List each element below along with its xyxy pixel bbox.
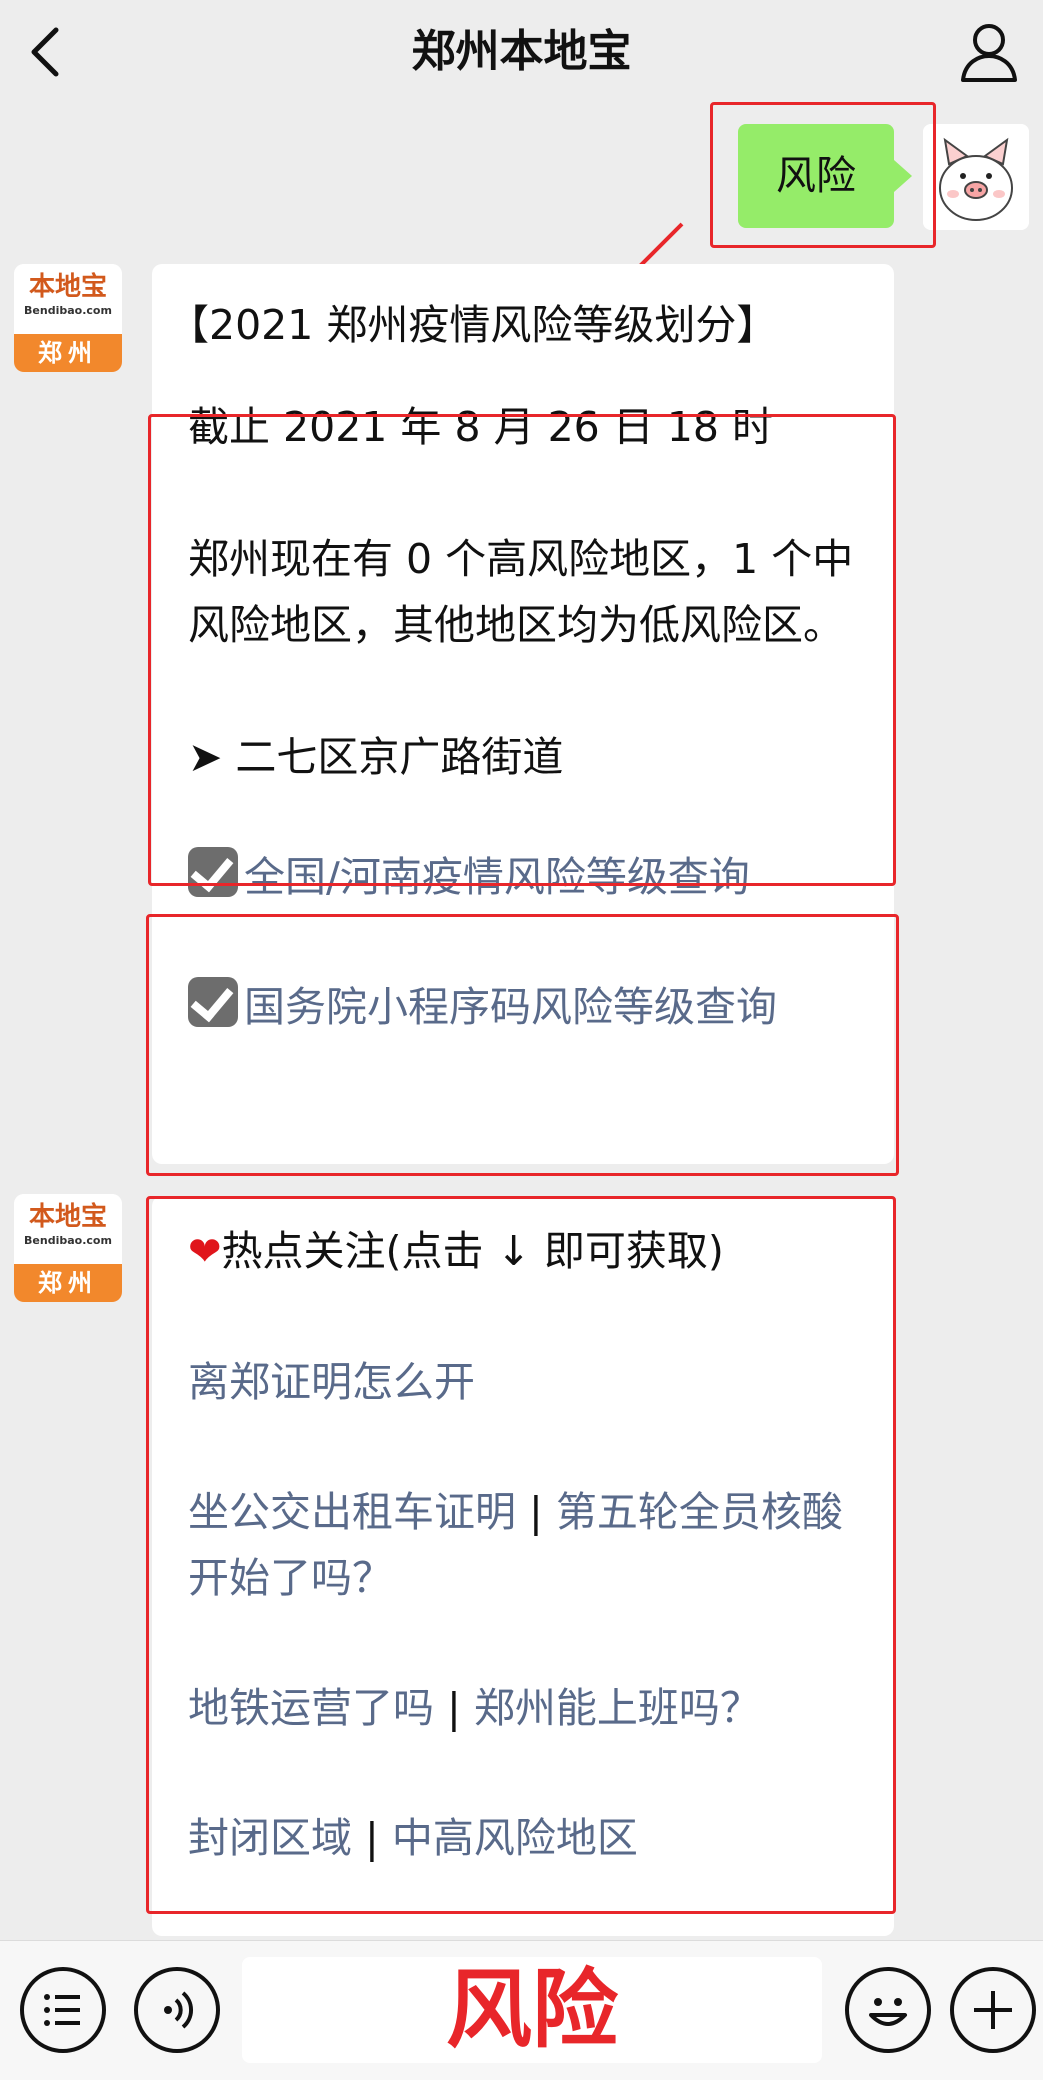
add-icon[interactable] [950,1967,1036,2053]
top-bar: 郑州本地宝 [0,0,1043,104]
emoji-glyph [869,1998,907,2026]
pig-avatar-icon [923,124,1029,230]
bot-city: 郑州 [14,334,122,372]
bot-logo-en: Bendibao.com [24,1234,112,1247]
bot-avatar[interactable]: 本地宝 Bendibao.com 郑州 [14,1194,122,1302]
menu-list-glyph [44,1994,80,2026]
person-icon[interactable] [957,20,1021,84]
add-glyph [974,1991,1012,2029]
emoji-icon[interactable] [845,1967,931,2053]
annotation-box-hot-topics [146,1196,896,1914]
annotation-box-user [710,102,936,248]
bot-logo-en: Bendibao.com [24,304,112,317]
chat-title: 郑州本地宝 [411,26,632,77]
message-input[interactable]: 风险 [242,1957,822,2063]
bot-logo: 本地宝 Bendibao.com [14,1194,122,1264]
bot-logo: 本地宝 Bendibao.com [14,264,122,334]
user-avatar[interactable] [923,124,1029,230]
bot-logo-text: 本地宝 [28,272,107,302]
voice-icon[interactable] [134,1967,220,2053]
annotation-box-risk-text [148,414,896,886]
annotation-box-links [146,914,899,1176]
message-input-text: 风险 [446,1960,618,2060]
menu-list-icon[interactable] [20,1967,106,2053]
bot-avatar[interactable]: 本地宝 Bendibao.com 郑州 [14,264,122,372]
bottom-input-bar: 风险 [0,1940,1043,2080]
voice-glyph [164,1991,194,2029]
message-title: 【2021 郑州疫情风险等级划分】 [168,301,778,349]
bot-city: 郑州 [14,1264,122,1302]
bot-logo-text: 本地宝 [28,1202,107,1232]
